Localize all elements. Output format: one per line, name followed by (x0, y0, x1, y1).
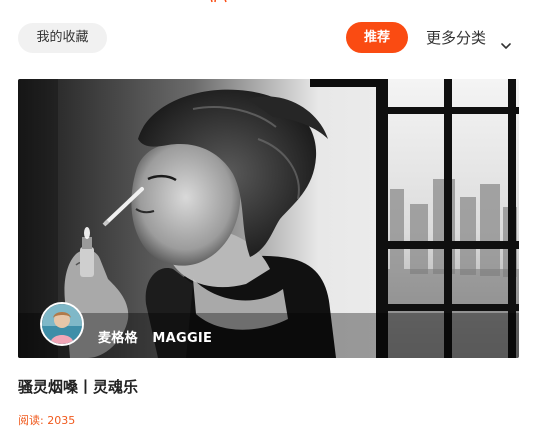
top-edge-fragment (206, 0, 232, 3)
page: 我的收藏 推荐 更多分类 麦格格 MAGGIE 骚灵烟嗓丨灵魂乐 阅读: 203… (0, 0, 539, 442)
chevron-down-icon (500, 32, 512, 49)
more-categories-label: 更多分类 (426, 29, 487, 47)
recommend-tab[interactable]: 推荐 (346, 22, 408, 53)
article-title[interactable]: 骚灵烟嗓丨灵魂乐 (18, 376, 138, 397)
more-categories-dropdown[interactable]: 更多分类 (426, 23, 512, 53)
read-count: 阅读: 2035 (18, 414, 76, 427)
author-overlay-bar (18, 313, 519, 358)
author-name[interactable]: 麦格格 MAGGIE (98, 327, 212, 346)
my-favorites-button[interactable]: 我的收藏 (18, 23, 107, 53)
author-avatar[interactable] (40, 302, 84, 346)
article-cover-image[interactable]: 麦格格 MAGGIE (18, 79, 519, 358)
